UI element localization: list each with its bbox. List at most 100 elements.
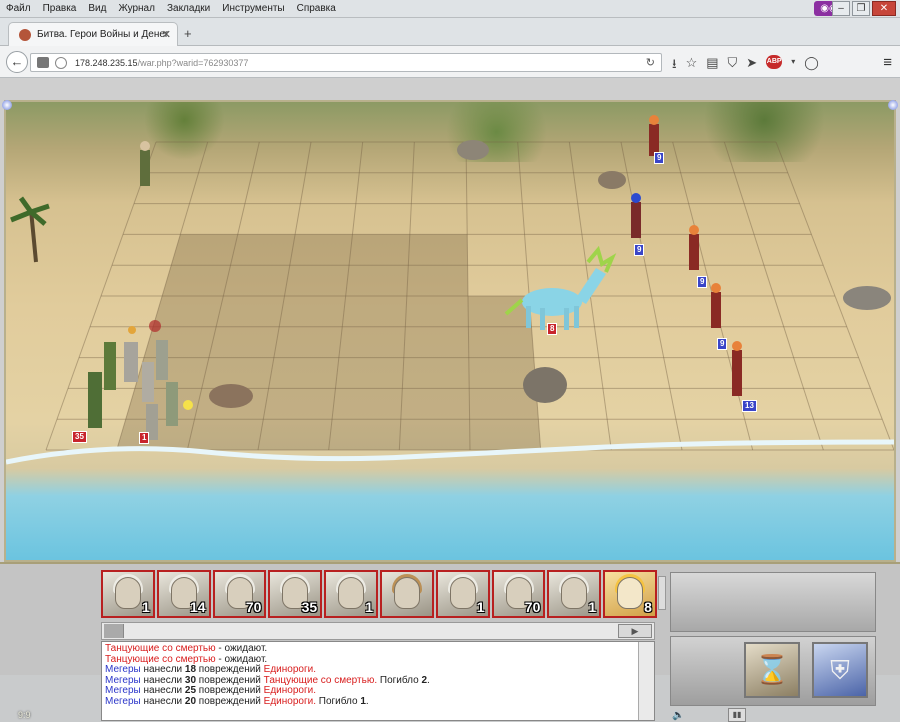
stack-count-right-4: 9	[717, 338, 728, 350]
menu-history[interactable]: Журнал	[112, 0, 161, 14]
rock	[598, 171, 626, 189]
bookmark-star-icon[interactable]: ☆	[686, 55, 698, 77]
move-range-cell[interactable]	[208, 326, 280, 358]
menu-tools[interactable]: Инструменты	[216, 0, 290, 14]
adblock-icon[interactable]: ABP	[766, 55, 783, 69]
move-range-cell[interactable]	[402, 357, 470, 389]
move-range-cell[interactable]	[399, 419, 470, 450]
page-info-icon[interactable]	[37, 57, 49, 68]
battlefield[interactable]: 35 1 8 9 9 9 9 13	[4, 100, 896, 562]
move-range-cell[interactable]	[469, 419, 541, 450]
move-range-cell[interactable]	[468, 326, 534, 358]
queue-portrait[interactable]: 70	[491, 570, 546, 618]
move-range-cell[interactable]	[279, 296, 346, 327]
maximize-button[interactable]: ❐	[852, 1, 870, 16]
queue-portrait[interactable]: 35	[268, 570, 323, 618]
archer-unit[interactable]	[140, 141, 150, 186]
queue-count: 14	[190, 599, 206, 615]
battle-log: Танцующие со смертью - ожидают. Танцующи…	[101, 641, 655, 721]
people-icon[interactable]	[104, 624, 124, 638]
move-range-cell[interactable]	[342, 296, 407, 327]
rock	[457, 140, 489, 160]
rock	[209, 384, 253, 408]
queue-count: 1	[365, 599, 373, 615]
move-range-cell[interactable]	[153, 296, 224, 327]
control-panel: 1 14 70 35 1 1 70 1 8 ▶ Танцующие со сме…	[0, 562, 900, 722]
unit-info-panel	[670, 572, 876, 632]
move-range-cell[interactable]	[284, 265, 350, 296]
menu-file[interactable]: Файл	[0, 0, 37, 14]
cursor-coordinates: 9:9	[18, 710, 31, 720]
menu-help[interactable]: Справка	[291, 0, 342, 14]
queue-portrait[interactable]: 1	[324, 570, 378, 618]
menu-view[interactable]: Вид	[82, 0, 112, 14]
move-range-cell[interactable]	[230, 234, 296, 266]
close-window-button[interactable]: ✕	[872, 1, 896, 16]
queue-portrait[interactable]: 1	[101, 570, 155, 618]
move-range-cell[interactable]	[223, 265, 290, 296]
chat-icon[interactable]: ◯	[804, 55, 819, 77]
menu-bookmarks[interactable]: Закладки	[161, 0, 216, 14]
move-range-cell[interactable]	[403, 326, 469, 358]
move-range-cell[interactable]	[289, 234, 353, 266]
right-army[interactable]	[631, 115, 742, 396]
pocket-icon[interactable]: ⛉	[728, 55, 738, 77]
move-range-cell[interactable]	[201, 357, 274, 389]
log-scrollbar[interactable]	[638, 642, 654, 720]
queue-portrait[interactable]: 14	[156, 570, 211, 618]
adblock-dropdown-icon[interactable]: ▾	[791, 55, 795, 77]
move-range-cell[interactable]	[405, 296, 469, 327]
rock	[523, 367, 567, 403]
wait-hourglass-button[interactable]: ⌛	[744, 642, 800, 698]
move-range-cell[interactable]	[332, 388, 403, 420]
reader-list-icon[interactable]: ▤	[706, 55, 718, 77]
move-range-cell[interactable]	[273, 326, 343, 358]
menu-edit[interactable]: Правка	[37, 0, 83, 14]
download-icon[interactable]: ⭳	[672, 55, 677, 77]
tab-close-icon[interactable]: ✕	[162, 28, 171, 41]
move-range-cell[interactable]	[338, 326, 406, 358]
url-bar[interactable]: 178.248.235.15/war.php?warid=762930377 ↻	[30, 53, 662, 72]
queue-portrait[interactable]: 1	[547, 570, 602, 618]
queue-portrait[interactable]: 1	[435, 570, 490, 618]
move-range-cell[interactable]	[263, 388, 336, 420]
move-range-cell[interactable]	[345, 265, 409, 296]
queue-portrait[interactable]: 70	[212, 570, 267, 618]
toolbar-icons: ⭳ ☆ ▤ ⛉ ➤ ABP ▾ ◯	[672, 55, 819, 77]
minimize-button[interactable]: –	[832, 1, 850, 16]
tab-bar: Битва. Герои Войны и Денег. ✕ +	[0, 18, 900, 46]
queue-count: 8	[644, 599, 652, 615]
game-area: 35 1 8 9 9 9 9 13 1 14 70 35 1 1 70 1 8 …	[0, 78, 900, 722]
move-range-cell[interactable]	[349, 234, 410, 266]
hamburger-menu-icon[interactable]: ≡	[883, 54, 892, 71]
stack-count-right-3: 9	[697, 276, 708, 288]
stack-count-left-1: 35	[72, 431, 87, 443]
chat-input-row[interactable]: ▶	[101, 622, 655, 640]
corner-gem-icon	[888, 100, 898, 110]
move-range-cell[interactable]	[187, 419, 264, 450]
move-range-cell[interactable]	[258, 419, 333, 450]
move-range-cell[interactable]	[171, 234, 238, 266]
tab-battle[interactable]: Битва. Герои Войны и Денег. ✕	[8, 22, 178, 46]
sound-icon[interactable]: 🔈	[672, 710, 684, 721]
move-range-cell[interactable]	[406, 265, 468, 296]
defend-shield-button[interactable]: ⛨	[812, 642, 868, 698]
log-line: Мегеры нанесли 20 повреждений Единороги.…	[105, 695, 369, 707]
queue-portrait-unicorn[interactable]: 8	[603, 570, 657, 618]
move-range-cell[interactable]	[400, 388, 470, 420]
queue-scroll-arrow[interactable]	[658, 576, 666, 610]
queue-count: 1	[476, 599, 485, 615]
settings-small-button[interactable]: ▮▮	[728, 708, 746, 722]
send-icon[interactable]: ➤	[746, 55, 757, 77]
move-range-cell[interactable]	[162, 265, 231, 296]
move-range-cell[interactable]	[408, 234, 468, 266]
move-range-cell[interactable]	[268, 357, 339, 389]
send-arrow-button[interactable]: ▶	[618, 624, 652, 638]
back-button[interactable]: ←	[6, 51, 28, 73]
move-range-cell[interactable]	[216, 296, 285, 327]
reload-icon[interactable]: ↻	[646, 56, 655, 69]
move-range-cell[interactable]	[335, 357, 404, 389]
queue-portrait-hero[interactable]	[379, 570, 434, 618]
new-tab-button[interactable]: +	[184, 26, 192, 41]
move-range-cell[interactable]	[328, 419, 401, 450]
